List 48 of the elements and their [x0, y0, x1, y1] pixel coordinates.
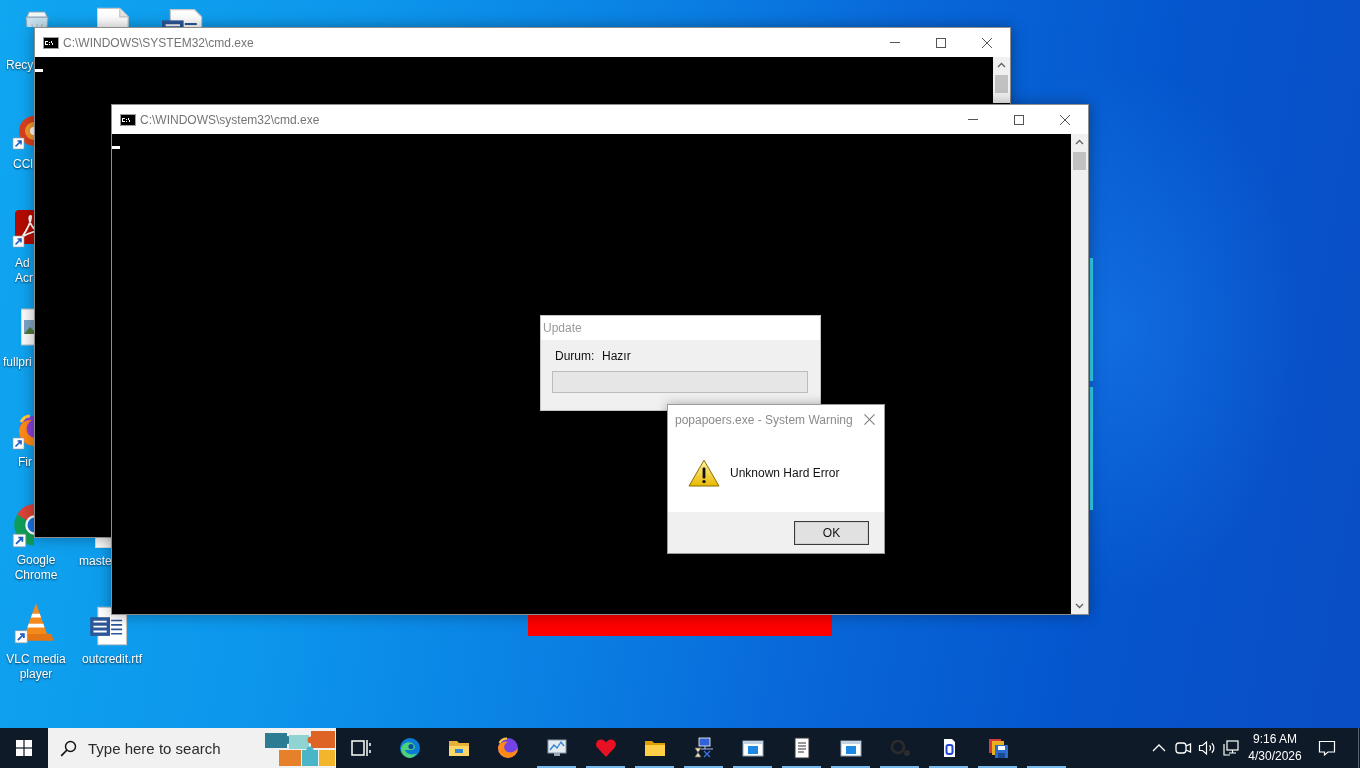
close-icon[interactable]	[1060, 114, 1070, 125]
window-title: C:\WINDOWS\system32\cmd.exe	[140, 112, 321, 127]
console-icon	[120, 113, 136, 126]
scrollbar[interactable]	[1071, 134, 1088, 614]
icon-label[interactable]: Ad Acr	[15, 256, 34, 286]
icon-label[interactable]: VLC media player	[0, 652, 72, 682]
scrollbar[interactable]	[993, 57, 1010, 103]
square-logo-icon[interactable]	[12, 208, 34, 248]
dialog-title: Update	[543, 321, 582, 335]
icon-label[interactable]: Google Chrome	[0, 553, 72, 583]
error-message: Unknown Hard Error	[730, 466, 840, 480]
notification-icon[interactable]	[1317, 738, 1337, 758]
text-cursor	[35, 69, 43, 72]
ok-button[interactable]: OK	[794, 520, 869, 545]
close-icon[interactable]	[982, 37, 992, 48]
search-icon[interactable]	[60, 739, 77, 757]
network-icon[interactable]	[1221, 738, 1241, 758]
browser-icon[interactable]	[495, 736, 520, 760]
maximize-icon[interactable]	[1014, 114, 1024, 125]
warning-icon	[688, 459, 720, 487]
icon-label[interactable]: CCl	[13, 157, 34, 172]
speaker-icon[interactable]	[1197, 738, 1217, 758]
puzzle-icon[interactable]	[265, 730, 335, 766]
file-icon[interactable]	[97, 6, 129, 27]
icon-label[interactable]: fullpri	[3, 355, 34, 370]
window-title: C:\WINDOWS\SYSTEM32\cmd.exe	[63, 35, 255, 50]
icon-label[interactable]: maste	[79, 554, 112, 569]
icon-label[interactable]: Recy	[6, 58, 34, 73]
image-file-icon[interactable]	[21, 307, 34, 347]
dialog-title: popapoers.exe - System Warning	[675, 412, 854, 427]
clock-date[interactable]: 4/30/2026	[1248, 748, 1302, 765]
windows-logo-icon[interactable]	[16, 740, 32, 756]
search-box[interactable]: Type here to search	[48, 728, 336, 768]
browser-icon[interactable]	[397, 736, 422, 760]
icon-label[interactable]: outcredit.rtf	[74, 652, 150, 667]
status-value: Hazır	[602, 349, 631, 363]
scrollbar-thumb[interactable]	[1073, 152, 1086, 170]
close-icon[interactable]	[863, 414, 875, 425]
console-icon	[43, 36, 59, 49]
icon-label[interactable]: Fir	[18, 455, 34, 470]
text-cursor	[112, 146, 120, 149]
scrollbar-thumb[interactable]	[995, 75, 1008, 93]
status-label: Durum:	[555, 349, 596, 363]
hourglass-icon[interactable]	[691, 736, 716, 760]
document-icon[interactable]	[162, 6, 204, 27]
clock-time[interactable]: 9:16 AM	[1253, 731, 1297, 748]
maximize-icon[interactable]	[936, 37, 946, 48]
search-field[interactable]: Type here to search	[88, 736, 265, 760]
